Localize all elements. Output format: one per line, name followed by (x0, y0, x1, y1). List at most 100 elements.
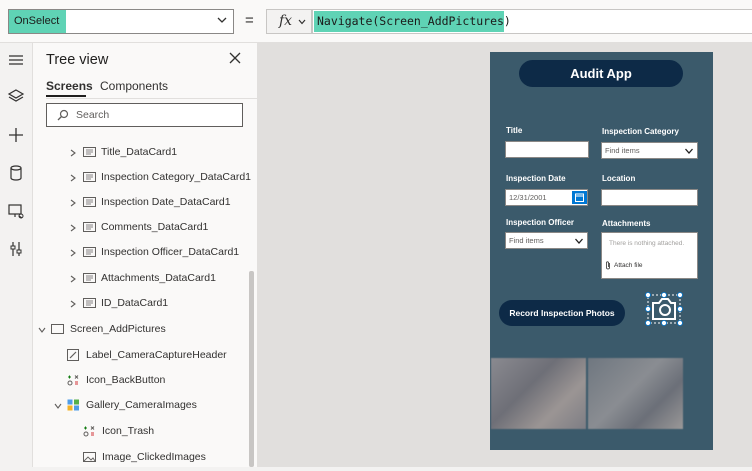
gallery-icon (67, 399, 79, 411)
tree-item-image-clickedimages[interactable]: Image_ClickedImages (33, 446, 251, 471)
category-placeholder: Find items (605, 146, 640, 155)
hamburger-menu-icon[interactable] (6, 50, 26, 70)
layers-icon[interactable] (6, 87, 26, 107)
location-label: Location (602, 174, 636, 183)
tree-item-label: Inspection Officer_DataCard1 (101, 246, 240, 258)
tree-item-title-datacard[interactable]: Title_DataCard1 (33, 141, 251, 166)
attachments-control[interactable]: There is nothing attached. Attach file (601, 232, 698, 279)
tree-item-id-datacard[interactable]: ID_DataCard1 (33, 292, 251, 317)
search-icon (57, 109, 69, 121)
tree-item-label: Attachments_DataCard1 (101, 272, 216, 284)
tree-item-inspection-category-datacard[interactable]: Inspection Category_DataCard1 (33, 166, 251, 191)
category-combobox[interactable]: Find items (601, 142, 698, 159)
record-inspection-photos-button[interactable]: Record Inspection Photos (499, 300, 625, 326)
tree-item-label: Image_ClickedImages (102, 451, 206, 463)
tree-item-gallery-cameraimages[interactable]: Gallery_CameraImages (33, 394, 251, 419)
chevron-down-icon (685, 148, 693, 154)
close-icon[interactable] (229, 52, 241, 64)
location-input[interactable] (601, 189, 698, 206)
calendar-button[interactable] (572, 191, 587, 204)
tree-item-inspection-date-datacard[interactable]: Inspection Date_DataCard1 (33, 191, 251, 216)
tree-item-icon-backbutton[interactable]: Icon_BackButton (33, 369, 251, 394)
gallery-image[interactable] (491, 358, 586, 429)
chevron-down-icon[interactable] (38, 326, 46, 334)
fx-button[interactable]: fx (266, 9, 312, 34)
calendar-icon (575, 193, 584, 202)
design-canvas: Audit App Title Inspection Category Find… (258, 43, 752, 467)
attachments-label: Attachments (602, 219, 651, 228)
chevron-right-icon[interactable] (69, 275, 77, 283)
formula-text: Navigate(Screen_AddPictures) (314, 11, 511, 32)
officer-label: Inspection Officer (506, 218, 575, 227)
date-value: 12/31/2001 (509, 193, 547, 202)
tree-item-comments-datacard[interactable]: Comments_DataCard1 (33, 216, 251, 241)
card-icon (83, 298, 96, 308)
active-tab-indicator (46, 95, 86, 97)
chevron-right-icon[interactable] (69, 249, 77, 257)
card-icon (83, 197, 96, 207)
chevron-right-icon[interactable] (69, 174, 77, 182)
tree-item-label: Inspection Date_DataCard1 (101, 196, 231, 208)
tabs-divider (46, 98, 257, 99)
chevron-right-icon[interactable] (69, 224, 77, 232)
title-input[interactable] (505, 141, 589, 158)
attach-file-label: Attach file (614, 262, 643, 269)
title-label: Title (506, 126, 523, 135)
tree-item-screen-addpictures[interactable]: Screen_AddPictures (33, 318, 251, 343)
property-dropdown[interactable]: OnSelect (8, 9, 234, 34)
label-icon (67, 349, 79, 361)
plus-icon[interactable] (6, 125, 26, 145)
formula-bar: OnSelect = fx Navigate(Screen_AddPicture… (0, 0, 752, 43)
screen-icon (51, 324, 64, 334)
search-placeholder: Search (76, 109, 110, 121)
chevron-down-icon (217, 17, 227, 23)
left-rail (0, 43, 33, 467)
tree-scrollbar[interactable] (249, 271, 254, 467)
chevron-right-icon[interactable] (69, 199, 77, 207)
card-icon (83, 273, 96, 283)
date-label: Inspection Date (506, 174, 566, 183)
tab-components[interactable]: Components (100, 79, 168, 93)
icon-control-icon (83, 426, 95, 437)
tree-item-label: Screen_AddPictures (70, 323, 166, 335)
tree-item-label: ID_DataCard1 (101, 297, 169, 309)
card-icon (83, 247, 96, 257)
chevron-down-icon (575, 238, 583, 244)
search-input[interactable]: Search (46, 103, 243, 127)
equals-sign: = (245, 12, 254, 29)
tree-item-label: Inspection Category_DataCard1 (101, 171, 252, 183)
tree-item-label: Icon_BackButton (86, 374, 166, 386)
officer-combobox[interactable]: Find items (505, 232, 588, 249)
date-picker[interactable]: 12/31/2001 (505, 189, 588, 206)
fx-icon: fx (279, 13, 293, 29)
app-screen: Audit App Title Inspection Category Find… (490, 52, 713, 450)
media-icon[interactable] (6, 201, 26, 221)
database-icon[interactable] (6, 163, 26, 183)
tree-item-label-cameracaptureheader[interactable]: Label_CameraCaptureHeader (33, 344, 251, 369)
app-title[interactable]: Audit App (519, 60, 683, 87)
camera-icon[interactable] (644, 289, 684, 329)
image-icon (83, 452, 96, 462)
icon-control-icon (67, 375, 79, 386)
chevron-down-icon[interactable] (54, 402, 62, 410)
attachments-empty-text: There is nothing attached. (609, 240, 685, 247)
formula-input[interactable]: Navigate(Screen_AddPictures) (312, 9, 752, 34)
card-icon (83, 222, 96, 232)
chevron-right-icon[interactable] (69, 149, 77, 157)
tree-item-label: Icon_Trash (102, 425, 155, 437)
paperclip-icon (606, 261, 610, 270)
tree-view-panel: Tree view Screens Components Search Titl… (33, 43, 258, 467)
tree-item-icon-trash[interactable]: Icon_Trash (33, 420, 251, 445)
officer-placeholder: Find items (509, 236, 544, 245)
tree-item-attachments-datacard[interactable]: Attachments_DataCard1 (33, 267, 251, 292)
tab-screens[interactable]: Screens (46, 79, 93, 93)
tools-icon[interactable] (6, 239, 26, 259)
gallery-image[interactable] (588, 358, 683, 429)
attach-file-link[interactable]: Attach file (606, 261, 643, 270)
tree-item-label: Title_DataCard1 (101, 146, 178, 158)
tree-item-label: Label_CameraCaptureHeader (86, 349, 227, 361)
tree-view-title: Tree view (46, 52, 109, 68)
card-icon (83, 172, 96, 182)
chevron-right-icon[interactable] (69, 300, 77, 308)
tree-item-inspection-officer-datacard[interactable]: Inspection Officer_DataCard1 (33, 241, 251, 266)
